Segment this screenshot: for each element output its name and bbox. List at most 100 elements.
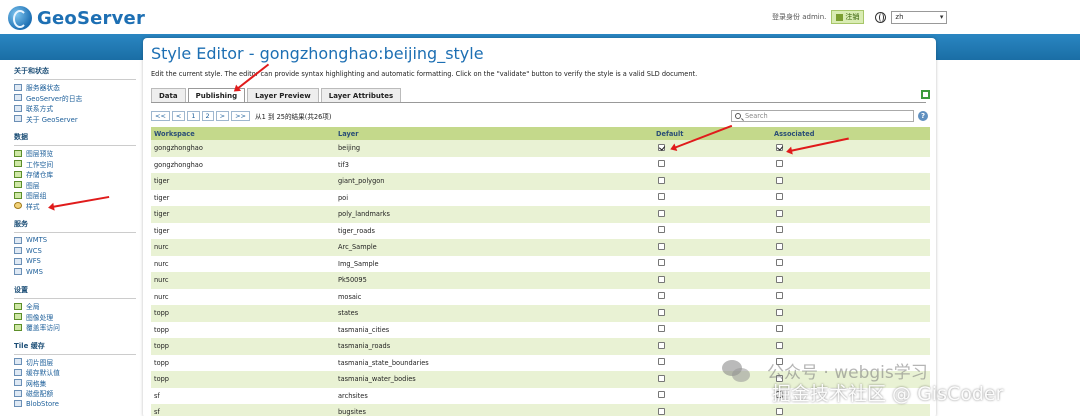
sidebar-item[interactable]: WCS	[14, 246, 140, 257]
tile-layers-icon	[14, 358, 22, 366]
table-row: topp states	[151, 305, 930, 322]
associated-checkbox[interactable]	[776, 209, 783, 217]
log-icon	[14, 94, 22, 102]
sidebar-item-label: WMS	[26, 267, 43, 276]
sidebar-item[interactable]: BlobStore	[14, 399, 140, 410]
default-checkbox[interactable]	[658, 358, 665, 366]
table-row: nurc Pk50095	[151, 272, 930, 289]
first-page-button[interactable]: <<	[151, 111, 170, 121]
associated-checkbox[interactable]	[776, 275, 783, 283]
sidebar-item-label: 图层预览	[26, 150, 54, 159]
cell-workspace: nurc	[154, 259, 169, 268]
sidebar-section-title: Tile 缓存	[14, 341, 45, 350]
image-processing-icon	[14, 313, 22, 321]
cell-workspace: topp	[154, 358, 169, 367]
sidebar-item[interactable]: 存储仓库	[14, 169, 140, 180]
default-checkbox[interactable]	[658, 275, 665, 283]
column-header-layer[interactable]: Layer	[335, 130, 653, 138]
default-checkbox[interactable]	[658, 176, 665, 184]
cell-layer: tif3	[338, 160, 349, 169]
default-checkbox[interactable]	[658, 407, 665, 415]
sidebar-item-label: 图层组	[26, 192, 47, 201]
sidebar-item[interactable]: 缓存默认值	[14, 367, 140, 378]
cell-workspace: tiger	[154, 226, 170, 235]
sidebar-item-label: 全局	[26, 303, 40, 312]
geoserver-logo[interactable]: GeoServer	[8, 6, 145, 30]
tab-data[interactable]: Data	[151, 88, 186, 103]
last-page-button[interactable]: >>	[231, 111, 250, 121]
fullscreen-icon[interactable]	[921, 90, 930, 99]
default-checkbox[interactable]	[658, 143, 665, 151]
default-checkbox[interactable]	[658, 325, 665, 333]
sidebar-item[interactable]: WMS	[14, 267, 140, 278]
cell-layer: poly_landmarks	[338, 210, 390, 219]
help-icon[interactable]: ?	[918, 111, 928, 121]
sidebar-item[interactable]: 网格集	[14, 378, 140, 389]
tab-layer-preview[interactable]: Layer Preview	[247, 88, 319, 103]
sidebar-section-title: 关于和状态	[14, 67, 49, 75]
default-checkbox[interactable]	[658, 341, 665, 349]
sidebar-divider	[14, 353, 136, 355]
search-input[interactable]: Search	[731, 110, 914, 122]
default-checkbox[interactable]	[658, 209, 665, 217]
associated-checkbox[interactable]	[776, 143, 783, 151]
tab-layer-attributes[interactable]: Layer Attributes	[320, 88, 402, 103]
sidebar-item[interactable]: 图层预览	[14, 148, 140, 159]
associated-checkbox[interactable]	[776, 176, 783, 184]
sidebar-item[interactable]: 关于 GeoServer	[14, 114, 140, 125]
server-status-icon	[14, 83, 22, 91]
table-row: tiger poly_landmarks	[151, 206, 930, 223]
logout-icon	[836, 13, 844, 21]
sidebar-item[interactable]: 工作空间	[14, 159, 140, 170]
prev-page-button[interactable]: <	[171, 111, 186, 121]
sidebar-divider	[14, 145, 136, 146]
associated-checkbox[interactable]	[776, 259, 783, 267]
default-checkbox[interactable]	[658, 374, 665, 382]
default-checkbox[interactable]	[658, 292, 665, 300]
watermark-line2: 掘金技术社区 @ GisCoder	[772, 383, 1004, 405]
sidebar-item[interactable]: 磁盘配额	[14, 388, 140, 399]
default-checkbox[interactable]	[658, 160, 665, 168]
associated-checkbox[interactable]	[776, 341, 783, 349]
caching-defaults-icon	[14, 368, 22, 376]
column-header-workspace[interactable]: Workspace	[151, 130, 335, 138]
top-header: GeoServer 登录身份 admin. 注销 zh ▾	[0, 0, 1080, 34]
sidebar-item[interactable]: WFS	[14, 256, 140, 267]
associated-checkbox[interactable]	[776, 308, 783, 316]
sidebar-item-label: 图像处理	[26, 313, 54, 322]
default-checkbox[interactable]	[658, 391, 665, 399]
default-checkbox[interactable]	[658, 242, 665, 250]
associated-checkbox[interactable]	[776, 226, 783, 234]
associated-checkbox[interactable]	[776, 292, 783, 300]
associated-checkbox[interactable]	[776, 325, 783, 333]
sidebar-item[interactable]: 图层组	[14, 190, 140, 201]
sidebar-item[interactable]: 全局	[14, 301, 140, 312]
sidebar-item[interactable]: GeoServer的日志	[14, 93, 140, 104]
cell-workspace: nurc	[154, 276, 169, 285]
next-page-button[interactable]: >	[215, 111, 230, 121]
table-row: nurc mosaic	[151, 288, 930, 305]
associated-checkbox[interactable]	[776, 193, 783, 201]
default-checkbox[interactable]	[658, 193, 665, 201]
page-1-button[interactable]: 1	[187, 111, 200, 121]
sidebar-item-label: 工作空间	[26, 160, 54, 169]
default-checkbox[interactable]	[658, 308, 665, 316]
sidebar-item[interactable]: 切片图层	[14, 357, 140, 368]
column-header-associated[interactable]: Associated	[771, 130, 930, 138]
associated-checkbox[interactable]	[776, 160, 783, 168]
wmts-icon	[14, 236, 22, 244]
sidebar-item[interactable]: 图层	[14, 180, 140, 191]
page-2-button[interactable]: 2	[201, 111, 214, 121]
cell-layer: tiger_roads	[338, 226, 375, 235]
language-select[interactable]: zh ▾	[891, 10, 948, 24]
sidebar-item[interactable]: WMTS	[14, 235, 140, 246]
sidebar-item[interactable]: 覆盖率访问	[14, 322, 140, 333]
default-checkbox[interactable]	[658, 226, 665, 234]
watermark: 公众号 · webgis学习 掘金技术社区 @ GisCoder	[722, 358, 1077, 413]
sidebar-item[interactable]: 图像处理	[14, 312, 140, 323]
sidebar-item[interactable]: 联系方式	[14, 103, 140, 114]
associated-checkbox[interactable]	[776, 242, 783, 250]
default-checkbox[interactable]	[658, 259, 665, 267]
logout-button[interactable]: 注销	[831, 10, 865, 24]
sidebar-item[interactable]: 服务器状态	[14, 82, 140, 93]
